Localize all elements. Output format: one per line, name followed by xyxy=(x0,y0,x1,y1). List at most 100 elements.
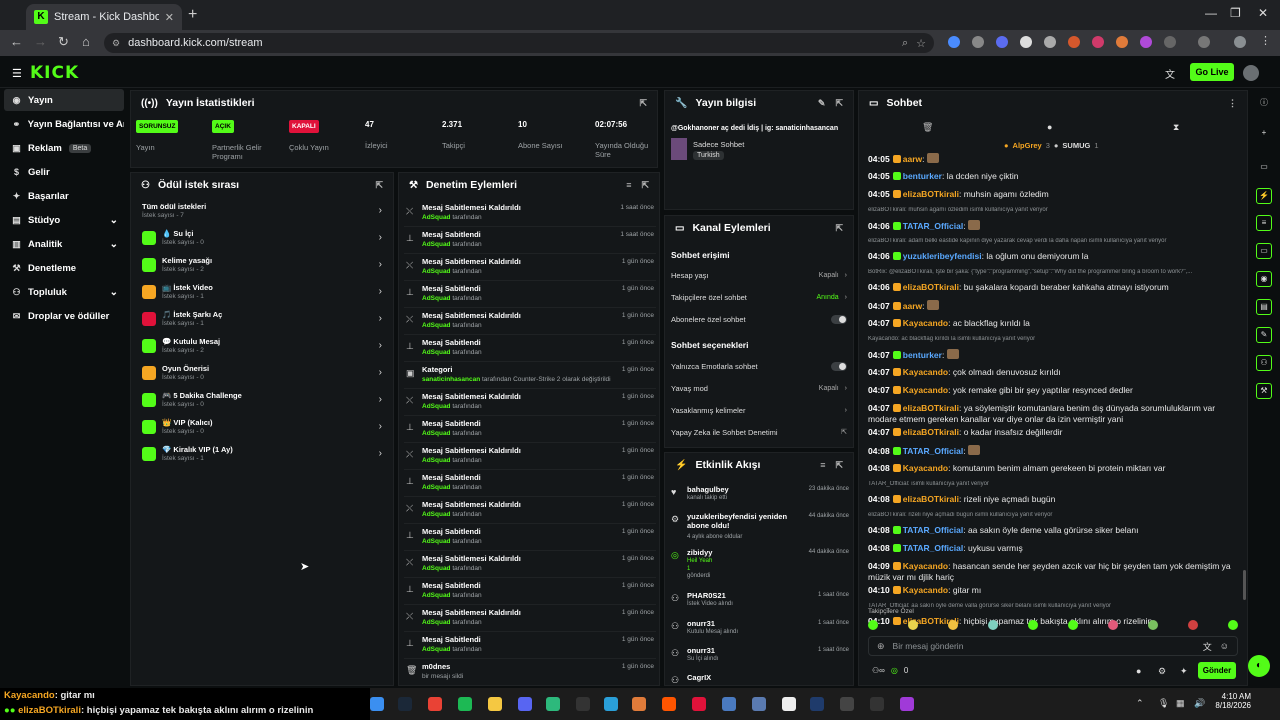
filter-icon[interactable]: ≡ xyxy=(820,460,825,471)
chat-username[interactable]: TATAR_Official xyxy=(903,221,963,231)
app-icon[interactable] xyxy=(576,697,590,711)
rail-chat-icon[interactable]: ▭ xyxy=(1256,243,1272,259)
emote-icon[interactable] xyxy=(868,620,878,630)
emote-icon[interactable] xyxy=(908,620,918,630)
reward-item[interactable]: 💧 Su İçi İstek sayısı - 0 › xyxy=(142,227,382,253)
followers-only-row[interactable]: Takipçilere özel sohbet Anında › xyxy=(671,290,847,304)
reward-item[interactable]: 👑 VIP (Kalıcı) İstek sayısı - 0 › xyxy=(142,416,382,442)
app-icon[interactable] xyxy=(752,697,766,711)
reward-item[interactable]: 🎮 5 Dakika Challenge İstek sayısı - 0 › xyxy=(142,389,382,415)
site-info-icon[interactable]: ⚙ xyxy=(112,38,120,49)
app-icon[interactable] xyxy=(632,697,646,711)
reward-item[interactable]: 🎵 İstek Şarkı Aç İstek sayısı - 1 › xyxy=(142,308,382,334)
emote-only-toggle[interactable] xyxy=(831,361,847,371)
rail-wrench-icon[interactable]: ✎ xyxy=(1256,327,1272,343)
bookmark-star-icon[interactable]: ☆ xyxy=(916,37,926,50)
sidebar-item-studyo[interactable]: ▤ Stüdyo ⌄ xyxy=(4,209,124,231)
emote-icon[interactable] xyxy=(988,620,998,630)
hourglass-icon[interactable]: ⧗ xyxy=(1173,122,1179,133)
network-icon[interactable]: ▦ xyxy=(1176,698,1185,709)
reward-item[interactable]: Oyun Önerisi İstek sayısı - 0 › xyxy=(142,362,382,388)
app-icon[interactable] xyxy=(662,697,676,711)
zoom-icon[interactable]: ⌕ xyxy=(902,37,908,50)
extension-icon[interactable] xyxy=(1020,36,1032,48)
extension-icon[interactable] xyxy=(1116,36,1128,48)
new-tab-icon[interactable]: + xyxy=(188,6,197,24)
close-tab-icon[interactable]: ✕ xyxy=(165,11,174,24)
chat-username[interactable]: benturker xyxy=(903,350,942,360)
chat-username[interactable]: aarw xyxy=(903,301,922,311)
app-icon[interactable] xyxy=(604,697,618,711)
emote-icon[interactable] xyxy=(1028,620,1038,630)
rail-stats-icon[interactable]: ▤ xyxy=(1256,299,1272,315)
rail-activity-icon[interactable]: ⚡ xyxy=(1256,188,1272,204)
app-icon[interactable] xyxy=(692,697,706,711)
account-age-row[interactable]: Hesap yaşı Kapalı › xyxy=(671,268,847,282)
chat-username[interactable]: Kayacando xyxy=(903,318,948,328)
translate-icon[interactable]: 文 xyxy=(1165,66,1175,81)
chat-username[interactable]: Kayacando xyxy=(903,585,948,595)
user-avatar[interactable] xyxy=(1243,65,1259,81)
popout-icon[interactable]: ⇱ xyxy=(835,223,843,234)
emoji-icon[interactable]: ☺ xyxy=(1220,641,1229,651)
go-live-button[interactable]: Go Live xyxy=(1190,63,1234,81)
chat-username[interactable]: benturker xyxy=(903,171,942,181)
support-chat-icon[interactable]: ◐ xyxy=(1248,655,1270,677)
popout-icon[interactable]: ⇱ xyxy=(835,460,843,471)
chat-username[interactable]: Kayacando xyxy=(903,367,948,377)
sidebar-item-analitik[interactable]: ▥ Analitik ⌄ xyxy=(4,233,124,255)
chat-username[interactable]: yuzukleribeyfendisi xyxy=(903,251,982,261)
popout-icon[interactable]: ⇱ xyxy=(639,98,647,109)
chat-username[interactable]: elizaBOTkirali xyxy=(903,282,959,292)
back-icon[interactable]: ← xyxy=(10,34,23,49)
rail-gift-icon[interactable]: ⚇ xyxy=(1256,355,1272,371)
kick-logo[interactable]: KICK xyxy=(30,63,79,83)
chat-scrollbar[interactable] xyxy=(1243,570,1246,600)
chat-username[interactable]: elizaBOTkirali xyxy=(903,189,959,199)
mic-icon[interactable]: 🎙 xyxy=(1158,698,1169,709)
minimize-icon[interactable]: — xyxy=(1205,6,1217,20)
home-icon[interactable]: ⌂ xyxy=(82,34,90,49)
ai-moderation-row[interactable]: Yapay Zeka ile Sohbet Denetimi ⇱ xyxy=(671,425,847,439)
app-icon[interactable] xyxy=(900,697,914,711)
translate-icon[interactable]: 文 xyxy=(1203,640,1212,653)
bookmarks-icon[interactable] xyxy=(1198,36,1210,48)
sidebar-item-basarilar[interactable]: ✦ Başarılar xyxy=(4,185,124,207)
reward-all[interactable]: Tüm ödül istekleri İstek sayısı - 7 › xyxy=(142,200,382,226)
chat-bubble-icon[interactable]: ● xyxy=(1047,122,1052,132)
banned-words-row[interactable]: Yasaklanmış kelimeler › xyxy=(671,403,847,417)
trash-icon[interactable]: 🗑 xyxy=(922,122,933,133)
sidebar-item-droplar[interactable]: ✉ Droplar ve ödüller xyxy=(4,305,124,327)
reload-icon[interactable]: ↻ xyxy=(58,34,69,50)
filter-icon[interactable]: ≡ xyxy=(626,180,631,191)
app-icon[interactable] xyxy=(782,697,796,711)
app-icon[interactable] xyxy=(722,697,736,711)
info-icon[interactable]: ⓘ xyxy=(1256,96,1272,112)
chat-username[interactable]: TATAR_Official xyxy=(903,446,963,456)
popout-icon[interactable]: ⇱ xyxy=(375,180,383,191)
chat-username[interactable]: elizaBOTkirali xyxy=(903,403,959,413)
reward-item[interactable]: Kelime yasağı İstek sayısı - 2 › xyxy=(142,254,382,280)
start-icon[interactable] xyxy=(370,697,384,711)
tray-chevron-icon[interactable]: ⌃ xyxy=(1136,698,1144,709)
sidebar-item-stream-key[interactable]: ⚭Yayın Bağlantısı ve Anahtarı xyxy=(4,113,124,135)
spotify-icon[interactable] xyxy=(458,697,472,711)
steam-icon[interactable] xyxy=(398,697,412,711)
chat-username[interactable]: Kayacando xyxy=(903,385,948,395)
reward-item[interactable]: 💎 Kiralık VIP (1 Ay) İstek sayısı - 1 › xyxy=(142,443,382,469)
app-icon[interactable] xyxy=(840,697,854,711)
sidebar-item-yayin[interactable]: ◉ Yayın xyxy=(4,89,124,111)
more-options-icon[interactable]: ⋮ xyxy=(1228,98,1237,109)
app-icon[interactable] xyxy=(870,697,884,711)
clock[interactable]: 4:10 AM 8/18/2026 xyxy=(1215,692,1251,710)
channel-points[interactable]: ⚇∞ ◎ 0 xyxy=(872,666,908,675)
chat-input[interactable]: ⊕ Bir mesaj gönderin 文 ☺ xyxy=(868,636,1238,656)
browser-tab[interactable]: K Stream - Kick Dashboard ✕ xyxy=(26,4,182,30)
subs-only-toggle[interactable] xyxy=(831,314,847,324)
extension-icon[interactable] xyxy=(1140,36,1152,48)
chat-username[interactable]: Kayacando xyxy=(903,561,948,571)
close-window-icon[interactable]: ✕ xyxy=(1258,6,1268,20)
extension-icon[interactable] xyxy=(1044,36,1056,48)
edit-icon[interactable]: ✎ xyxy=(818,98,826,109)
maximize-icon[interactable]: ❐ xyxy=(1230,6,1241,20)
